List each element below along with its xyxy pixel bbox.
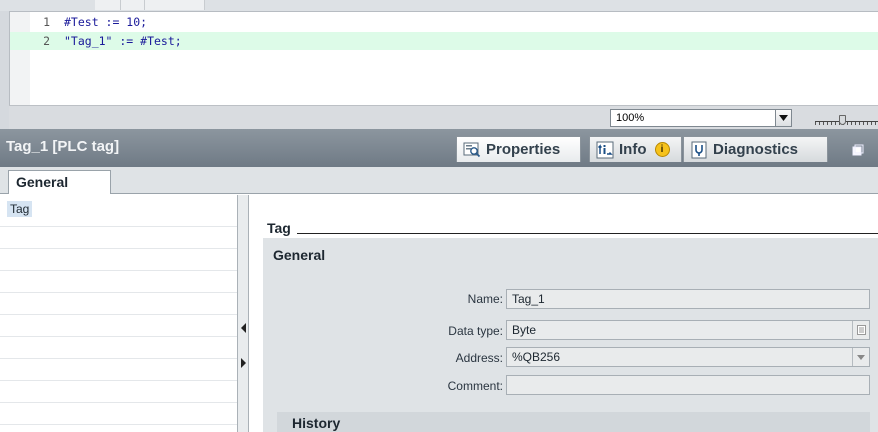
inspector-title: Tag_1 [PLC tag]: [6, 138, 120, 155]
name-field[interactable]: Tag_1: [506, 289, 870, 309]
data-type-value: Byte: [512, 323, 537, 337]
list-item: [0, 359, 237, 381]
properties-icon: [463, 141, 481, 159]
editor-tab-stub[interactable]: [95, 0, 121, 10]
list-item: [0, 381, 237, 403]
comment-label: Comment:: [447, 379, 503, 393]
address-field[interactable]: %QB256: [506, 347, 870, 367]
editor-tab-stub[interactable]: [121, 0, 145, 10]
general-heading: General: [273, 247, 326, 263]
tab-general[interactable]: General: [8, 170, 111, 194]
code-text-line-2[interactable]: "Tag_1" := #Test;: [64, 32, 182, 50]
properties-content: Tag General Name: Tag_1 Data type: Byte …: [249, 195, 878, 432]
code-line-2[interactable]: 2 "Tag_1" := #Test;: [10, 32, 878, 50]
general-group: General Name: Tag_1 Data type: Byte Addr…: [263, 238, 878, 432]
info-arrows-icon: [596, 141, 614, 159]
window-restore-icon[interactable]: [852, 141, 864, 156]
name-label: Name:: [467, 292, 503, 306]
section-title: Tag: [267, 220, 297, 236]
list-item: [0, 337, 237, 359]
inspector-window-header: Tag_1 [PLC tag] Properties Info i Diagno…: [0, 129, 878, 167]
tab-diagnostics-label: Diagnostics: [713, 141, 799, 158]
history-group[interactable]: History: [277, 412, 870, 432]
list-item: [0, 271, 237, 293]
data-type-field[interactable]: Byte: [506, 320, 870, 340]
list-item[interactable]: Tag: [0, 195, 237, 227]
line-number: 2: [43, 34, 50, 48]
nav-list: Tag: [0, 195, 237, 432]
code-editor-area: 1 #Test := 10; 2 "Tag_1" := #Test; 100%: [0, 0, 878, 129]
editor-tab-strip: [0, 0, 878, 11]
line-number: 1: [43, 15, 50, 29]
list-item: [0, 315, 237, 337]
expand-right-icon[interactable]: [241, 358, 246, 370]
code-editor[interactable]: 1 #Test := 10; 2 "Tag_1" := #Test;: [9, 11, 878, 106]
editor-tab-stub[interactable]: [145, 0, 205, 10]
address-label: Address:: [455, 351, 503, 365]
tab-info[interactable]: Info i: [589, 136, 682, 162]
tab-diagnostics[interactable]: Diagnostics: [683, 136, 828, 162]
address-value: %QB256: [512, 350, 561, 364]
list-item: [0, 249, 237, 271]
section-divider: [267, 233, 878, 234]
list-item: [0, 403, 237, 425]
collapse-left-icon[interactable]: [241, 323, 246, 335]
list-item: [0, 227, 237, 249]
zoom-slider[interactable]: [815, 114, 878, 126]
comment-field[interactable]: [506, 375, 870, 395]
data-type-label: Data type:: [448, 324, 503, 338]
zoom-slider-thumb[interactable]: [839, 115, 846, 125]
chevron-down-icon[interactable]: [852, 348, 869, 366]
code-line-1[interactable]: 1 #Test := 10;: [10, 13, 878, 31]
tab-info-label: Info: [619, 141, 647, 158]
nav-item-tag[interactable]: Tag: [7, 201, 33, 217]
history-heading: History: [292, 415, 341, 431]
list-item: [0, 293, 237, 315]
code-text-line-1[interactable]: #Test := 10;: [64, 13, 147, 31]
properties-tab-strip: General: [0, 167, 878, 194]
tab-properties[interactable]: Properties: [456, 136, 581, 162]
list-picker-icon[interactable]: [852, 321, 869, 339]
chevron-down-icon[interactable]: [775, 110, 791, 126]
name-value: Tag_1: [512, 292, 545, 306]
nav-splitter[interactable]: [237, 195, 249, 432]
properties-nav: Tag: [0, 195, 249, 432]
zoom-select[interactable]: 100%: [610, 109, 792, 127]
diagnostics-icon: [690, 141, 708, 159]
tab-properties-label: Properties: [486, 141, 561, 158]
zoom-value: 100%: [616, 112, 645, 124]
info-badge-icon: i: [654, 142, 670, 157]
